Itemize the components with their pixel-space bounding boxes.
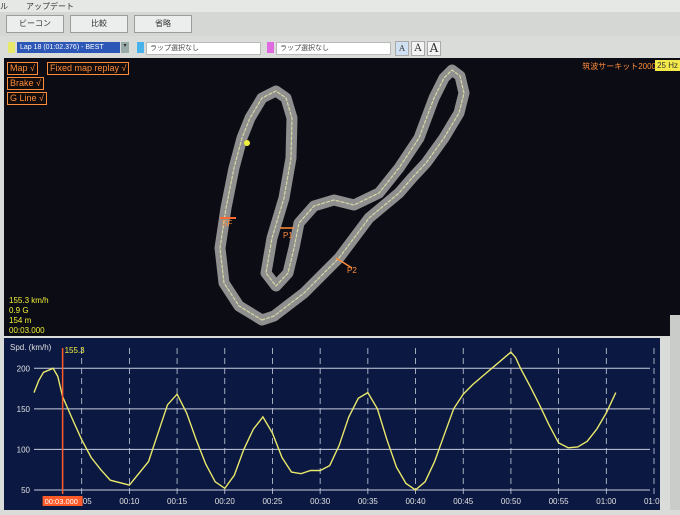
y-axis-label: Spd. (km/h) bbox=[10, 343, 52, 352]
menu-bar: ル アップデート bbox=[0, 0, 680, 12]
speed-chart: 2001501005000:0500:1000:1500:2000:2500:3… bbox=[10, 343, 665, 506]
menu-item-1[interactable]: ル bbox=[0, 1, 8, 12]
lap-select-primary[interactable]: Lap 18 (01:02.376) - BEST bbox=[17, 42, 120, 53]
lap-dropdown-icon[interactable]: ▾ bbox=[121, 42, 129, 53]
tab-compare[interactable]: 比較 bbox=[70, 15, 128, 33]
x-tick-label: 00:20 bbox=[215, 497, 236, 506]
x-tick-label: 00:35 bbox=[358, 497, 379, 506]
tab-omit[interactable]: 省略 bbox=[134, 15, 192, 33]
lap-selector-bar: Lap 18 (01:02.376) - BEST ▾ ラップ選択なし ラップ選… bbox=[0, 38, 680, 58]
p1-marker-label: P1 bbox=[283, 231, 293, 240]
y-tick-label: 150 bbox=[17, 405, 31, 414]
car-position-dot bbox=[244, 140, 250, 146]
p2-marker-label: P2 bbox=[347, 266, 357, 275]
x-tick-label: 00:45 bbox=[453, 497, 474, 506]
track-map-panel: Map √ Fixed map replay √ Brake √ G Line … bbox=[4, 58, 680, 336]
font-size-medium-button[interactable]: A bbox=[411, 41, 425, 56]
lap-select-compare2[interactable]: ラップ選択なし bbox=[276, 42, 391, 55]
speed-series-line bbox=[33, 351, 617, 491]
y-tick-label: 100 bbox=[17, 445, 31, 454]
cursor-time-label: 00:03.000 bbox=[45, 497, 78, 506]
lap1-color-swatch bbox=[8, 42, 15, 53]
lap3-color-swatch bbox=[267, 42, 274, 53]
speed-chart-panel: 2001501005000:0500:1000:1500:2000:2500:3… bbox=[4, 338, 665, 510]
tab-beacon[interactable]: ビーコン bbox=[6, 15, 64, 33]
x-tick-label: 00:55 bbox=[549, 497, 570, 506]
tab-bar: ビーコン 比較 省略 bbox=[0, 12, 680, 36]
y-tick-label: 200 bbox=[17, 364, 31, 373]
cursor-value-label: 155.3 bbox=[65, 346, 86, 355]
g-force-readout: 0.9 G bbox=[9, 306, 29, 315]
sf-marker-label: SF bbox=[222, 219, 232, 228]
y-tick-label: 50 bbox=[21, 486, 30, 495]
x-tick-label: 00:25 bbox=[262, 497, 283, 506]
x-tick-label: 01:05 bbox=[644, 497, 660, 506]
speed-readout: 155.3 km/h bbox=[9, 296, 49, 305]
distance-readout: 154 m bbox=[9, 316, 32, 325]
lap2-color-swatch bbox=[137, 42, 144, 53]
font-size-large-button[interactable]: A bbox=[427, 41, 441, 56]
x-tick-label: 00:30 bbox=[310, 497, 331, 506]
right-scrollbar[interactable] bbox=[670, 315, 680, 510]
font-size-small-button[interactable]: A bbox=[395, 41, 409, 56]
x-tick-label: 00:15 bbox=[167, 497, 188, 506]
x-tick-label: 00:50 bbox=[501, 497, 522, 506]
x-tick-label: 00:40 bbox=[406, 497, 427, 506]
x-tick-label: 01:00 bbox=[596, 497, 617, 506]
time-readout: 00:03.000 bbox=[9, 326, 45, 335]
x-tick-label: 00:10 bbox=[119, 497, 140, 506]
track-map: SF P1 P2 bbox=[214, 64, 470, 326]
lap-select-compare1[interactable]: ラップ選択なし bbox=[146, 42, 261, 55]
menu-item-update[interactable]: アップデート bbox=[26, 1, 74, 12]
